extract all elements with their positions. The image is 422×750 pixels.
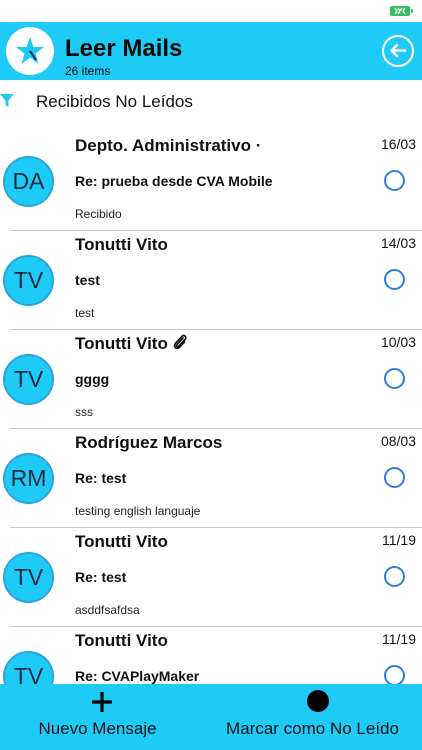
mail-sender: Tonutti Vito [75, 630, 168, 652]
mail-subject: Re: test [75, 569, 127, 585]
mark-unread-label: Marcar como No Leído [226, 719, 399, 738]
filter-label: Recibidos No Leídos [36, 92, 193, 111]
mail-subject: Re: CVAPlayMaker [75, 668, 200, 684]
mail-sender: Tonutti Vito [75, 333, 188, 355]
mark-as-unread-button[interactable]: Marcar como No Leído [211, 684, 422, 750]
plus-icon [92, 692, 112, 712]
filter-bar[interactable]: Recibidos No Leídos [0, 80, 422, 124]
mail-preview: testing english languaje [75, 504, 201, 518]
mail-sender-name: Tonutti Vito [75, 532, 168, 551]
avatar: RM [3, 453, 54, 504]
mail-sender: Tonutti Vito [75, 234, 168, 256]
mail-sender-name: Tonutti Vito [75, 334, 168, 353]
bottom-toolbar: Nuevo Mensaje Marcar como No Leído [0, 684, 422, 750]
paperclip-icon [173, 334, 187, 350]
select-radio-button[interactable] [384, 566, 405, 587]
mail-preview: sss [75, 405, 93, 419]
mail-sender-name: Tonutti Vito [75, 235, 168, 254]
mail-date: 14/03 [380, 235, 416, 251]
avatar: TV [3, 651, 54, 684]
mail-list-item[interactable]: TV Tonutti Vito 11/19 Re: test asddfsafd… [0, 528, 422, 627]
mail-preview: asddfsafdsa [75, 603, 140, 617]
mail-sender-name: Tonutti Vito [75, 631, 168, 650]
new-message-button[interactable]: Nuevo Mensaje [0, 684, 211, 750]
mail-subject: gggg [75, 371, 110, 387]
select-radio-button[interactable] [384, 467, 405, 488]
avatar: TV [3, 255, 54, 306]
mail-preview: test [75, 306, 95, 320]
select-radio-button[interactable] [384, 665, 405, 684]
avatar: TV [3, 354, 54, 405]
mail-sender-name: Depto. Administrativo · [75, 136, 262, 155]
mail-subject: test [75, 272, 100, 288]
mail-date: 11/19 [382, 631, 416, 647]
star-compass-icon [6, 27, 54, 75]
battery-charging-icon [390, 6, 413, 16]
mail-date: 10/03 [380, 334, 416, 350]
app-header: Leer Mails 26 items [0, 22, 422, 80]
mail-sender: Tonutti Vito [75, 531, 168, 553]
select-radio-button[interactable] [384, 269, 405, 290]
avatar: DA [3, 156, 54, 207]
mail-subject: Re: prueba desde CVA Mobile [75, 173, 273, 189]
mail-date: 08/03 [380, 433, 416, 449]
mail-subject: Re: test [75, 470, 127, 486]
back-arrow-icon [390, 43, 407, 58]
funnel-icon [0, 94, 14, 107]
mail-list[interactable]: DA Depto. Administrativo · 16/03 Re: pru… [0, 132, 422, 684]
mail-list-item[interactable]: DA Depto. Administrativo · 16/03 Re: pru… [0, 132, 422, 231]
mail-list-item[interactable]: TV Tonutti Vito 14/03 test test [0, 231, 422, 330]
status-bar [0, 0, 422, 22]
avatar: TV [3, 552, 54, 603]
item-count: 26 items [65, 64, 111, 78]
mail-date: 11/19 [382, 532, 416, 548]
back-button[interactable] [382, 35, 414, 67]
select-radio-button[interactable] [384, 170, 405, 191]
mail-date: 16/03 [380, 136, 416, 152]
mail-sender-name: Rodríguez Marcos [75, 433, 223, 452]
mail-sender: Rodríguez Marcos [75, 432, 222, 454]
filled-dot-icon [307, 690, 329, 712]
mail-sender: Depto. Administrativo · [75, 135, 261, 157]
new-message-label: Nuevo Mensaje [38, 719, 157, 738]
mail-list-item[interactable]: TV Tonutti Vito 11/19 Re: CVAPlayMaker [0, 627, 422, 684]
select-radio-button[interactable] [384, 368, 405, 389]
page-title: Leer Mails [65, 35, 183, 62]
mail-preview: Recibido [75, 207, 122, 221]
mail-list-item[interactable]: TV Tonutti Vito 10/03 gggg sss [0, 330, 422, 429]
mail-list-item[interactable]: RM Rodríguez Marcos 08/03 Re: test testi… [0, 429, 422, 528]
